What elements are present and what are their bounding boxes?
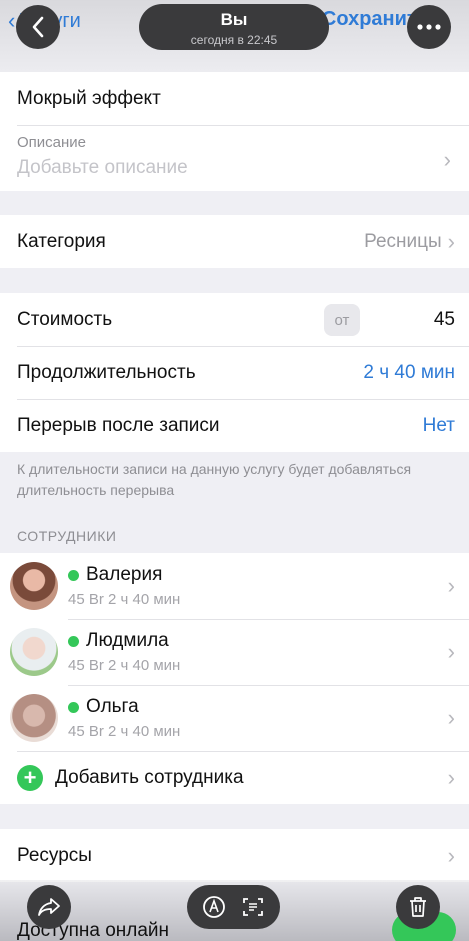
- category-group: Категория Ресницы ›: [0, 215, 469, 268]
- chevron-left-icon: ‹: [8, 8, 16, 33]
- employee-row[interactable]: Ольга 45 Br 2 ч 40 мин ›: [0, 685, 469, 751]
- plus-icon: +: [17, 764, 43, 791]
- duration-label: Продолжительность: [17, 361, 196, 383]
- employee-details: 45 Br 2 ч 40 мин: [68, 591, 181, 608]
- resources-row[interactable]: Ресурсы ›: [0, 829, 469, 882]
- service-name: Мокрый эффект: [17, 87, 161, 109]
- avatar: [10, 628, 58, 676]
- chevron-right-icon: ›: [447, 228, 455, 254]
- text-scan-icon[interactable]: [241, 895, 265, 919]
- ellipsis-icon: [417, 24, 441, 30]
- employee-details: 45 Br 2 ч 40 мин: [68, 723, 181, 740]
- top-bar: ‹ Услуги Сохранить Вы сегодня в 22:45: [0, 0, 469, 72]
- avatar: [10, 562, 58, 610]
- chevron-right-icon: ›: [447, 764, 455, 790]
- break-note: К длительности записи на данную услугу б…: [17, 461, 412, 498]
- page-subtitle: сегодня в 22:45: [190, 33, 278, 47]
- employee-name: Валерия: [86, 564, 163, 585]
- category-label: Категория: [17, 230, 106, 252]
- description-placeholder: Добавьте описание: [17, 157, 188, 178]
- add-employee-label: Добавить сотрудника: [55, 766, 244, 788]
- pricing-group: Стоимость от 45 Продолжительность 2 ч 40…: [0, 293, 469, 452]
- back-button[interactable]: [16, 5, 60, 49]
- duration-value[interactable]: 2 ч 40 мин: [363, 362, 455, 384]
- category-value: Ресницы: [364, 230, 442, 252]
- description-label: Описание: [17, 134, 87, 151]
- online-status-dot: [68, 701, 79, 713]
- break-label: Перерыв после записи: [17, 414, 220, 436]
- service-name-field[interactable]: Мокрый эффект: [0, 72, 469, 125]
- employees-header: СОТРУДНИКИ: [17, 528, 117, 544]
- cost-value[interactable]: 45: [434, 309, 455, 331]
- markup-pen-icon[interactable]: [202, 895, 226, 919]
- chevron-right-icon: ›: [447, 639, 455, 664]
- title-pill: Вы сегодня в 22:45: [139, 4, 329, 50]
- break-row[interactable]: Перерыв после записи Нет: [0, 399, 469, 452]
- cost-prefix-toggle[interactable]: от: [324, 304, 360, 336]
- break-value[interactable]: Нет: [423, 415, 455, 437]
- resources-group: Ресурсы ›: [0, 829, 469, 882]
- employee-row[interactable]: Людмила 45 Br 2 ч 40 мин ›: [0, 619, 469, 685]
- resources-label: Ресурсы: [17, 844, 92, 866]
- employees-group: Валерия 45 Br 2 ч 40 мин › Людмила 45 Br…: [0, 553, 469, 804]
- add-employee-button[interactable]: + Добавить сотрудника ›: [0, 751, 469, 804]
- page-title: Вы: [220, 10, 248, 29]
- trash-icon: [410, 897, 426, 917]
- service-group: Мокрый эффект Описание Добавьте описание…: [0, 72, 469, 191]
- employee-row[interactable]: Валерия 45 Br 2 ч 40 мин ›: [0, 553, 469, 619]
- employee-details: 45 Br 2 ч 40 мин: [68, 657, 181, 674]
- delete-button[interactable]: [396, 885, 440, 929]
- chevron-right-icon: ›: [447, 705, 455, 730]
- description-field[interactable]: Описание Добавьте описание ›: [0, 125, 469, 191]
- avatar: [10, 694, 58, 742]
- share-button[interactable]: [27, 885, 71, 929]
- chevron-right-icon: ›: [443, 147, 451, 172]
- category-row[interactable]: Категория Ресницы ›: [0, 215, 469, 268]
- duration-row[interactable]: Продолжительность 2 ч 40 мин: [0, 346, 469, 399]
- online-status-dot: [68, 635, 79, 647]
- chevron-left-icon: [32, 16, 44, 38]
- employee-name: Людмила: [86, 630, 169, 651]
- chevron-right-icon: ›: [447, 842, 455, 868]
- online-status-dot: [68, 569, 79, 581]
- share-icon: [38, 898, 60, 916]
- employee-name: Ольга: [86, 696, 139, 717]
- cost-row[interactable]: Стоимость от 45: [0, 293, 469, 346]
- chevron-right-icon: ›: [447, 573, 455, 598]
- cost-label: Стоимость: [17, 308, 113, 330]
- markup-toolbar: [187, 885, 280, 929]
- more-button[interactable]: [407, 5, 451, 49]
